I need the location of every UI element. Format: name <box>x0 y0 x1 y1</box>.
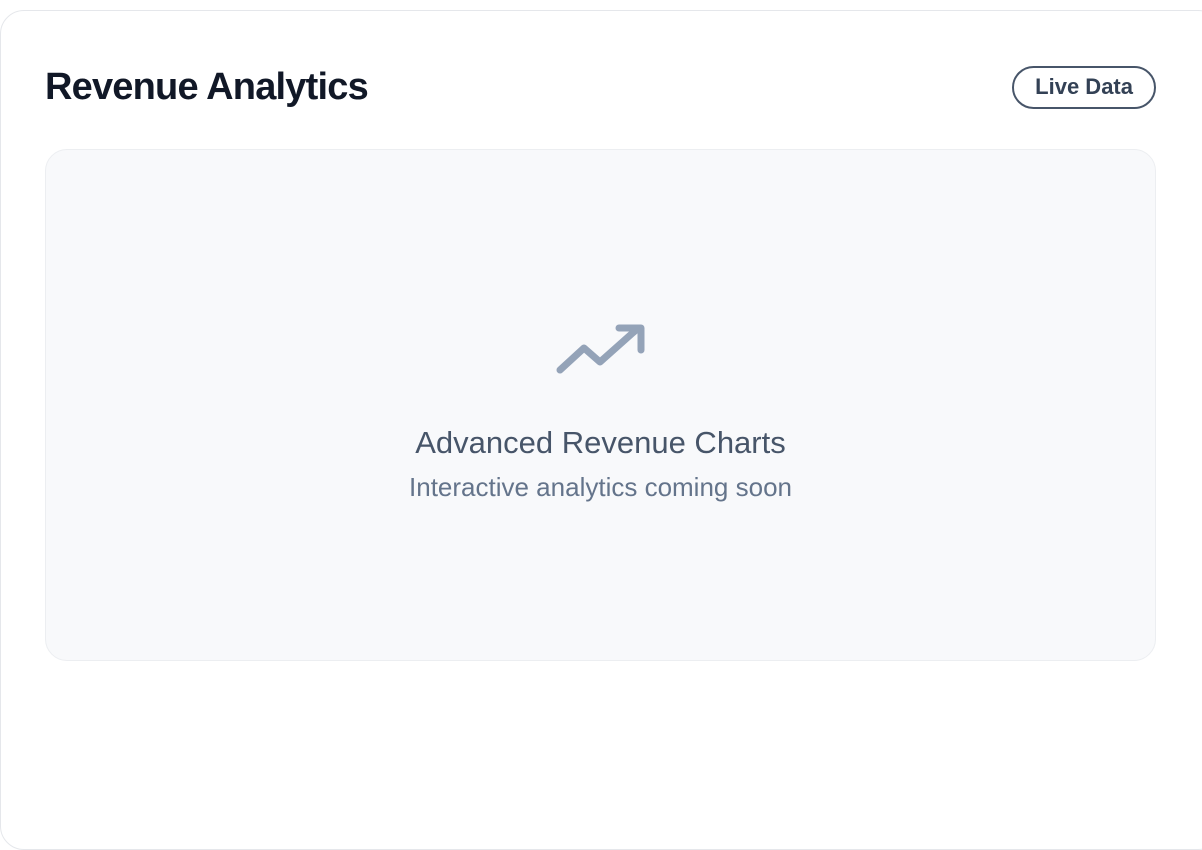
chart-placeholder: Advanced Revenue Charts Interactive anal… <box>45 149 1156 661</box>
placeholder-heading: Advanced Revenue Charts <box>415 425 786 460</box>
revenue-analytics-card: Revenue Analytics Live Data Advanced Rev… <box>0 10 1202 850</box>
card-header: Revenue Analytics Live Data <box>45 63 1156 111</box>
placeholder-subheading: Interactive analytics coming soon <box>409 472 792 502</box>
trending-up-icon <box>556 324 645 374</box>
card-title: Revenue Analytics <box>45 65 369 108</box>
live-data-badge: Live Data <box>1012 65 1156 109</box>
